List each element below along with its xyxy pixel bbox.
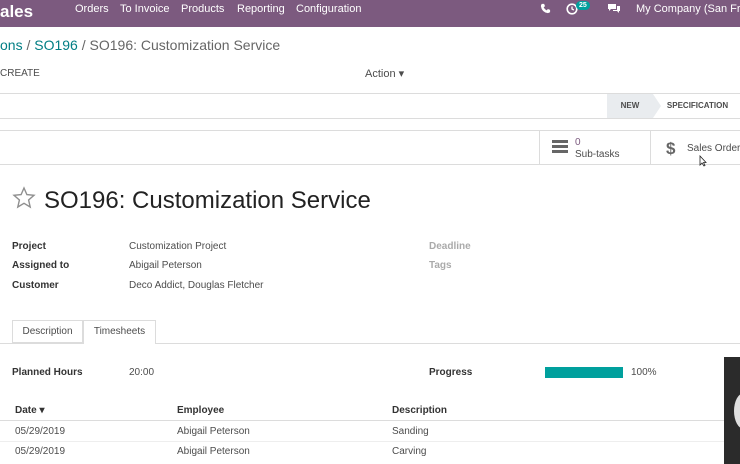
activity-count-badge: 25 xyxy=(576,1,590,10)
menu-products[interactable]: Products xyxy=(181,3,224,15)
stage-new[interactable]: NEW xyxy=(607,94,661,118)
field-label-customer: Customer xyxy=(12,280,59,291)
breadcrumb-separator: / xyxy=(26,37,31,53)
chat-icon[interactable] xyxy=(607,3,621,17)
menu-to-invoice[interactable]: To Invoice xyxy=(120,3,170,15)
field-label-project: Project xyxy=(12,241,46,252)
breadcrumb-current: SO196: Customization Service xyxy=(89,37,281,53)
cell-description[interactable]: Sanding xyxy=(392,426,429,437)
breadcrumb: ons / SO196 / SO196: Customization Servi… xyxy=(0,37,280,53)
field-label-deadline: Deadline xyxy=(429,241,471,252)
smart-button-box: 0 Sub-tasks $ Sales Order xyxy=(0,130,740,165)
overlay-disc xyxy=(734,393,740,429)
subtasks-label: Sub-tasks xyxy=(575,149,620,160)
record-title: SO196: Customization Service xyxy=(44,187,371,214)
menu-orders[interactable]: Orders xyxy=(75,3,109,15)
video-overlay xyxy=(724,357,740,464)
field-assigned-to[interactable]: Abigail Peterson xyxy=(129,260,202,271)
cell-employee[interactable]: Abigail Peterson xyxy=(177,446,250,457)
sales-order-button[interactable]: $ Sales Order xyxy=(650,131,740,165)
cell-date[interactable]: 05/29/2019 xyxy=(15,446,65,457)
progress-label: Progress xyxy=(429,367,473,378)
create-button[interactable]: CREATE xyxy=(0,68,40,79)
cell-date[interactable]: 05/29/2019 xyxy=(15,426,65,437)
cell-employee[interactable]: Abigail Peterson xyxy=(177,426,250,437)
dollar-icon: $ xyxy=(666,139,676,158)
tab-description[interactable]: Description xyxy=(12,320,83,343)
mouse-cursor-icon xyxy=(699,154,707,170)
sales-order-label: Sales Order xyxy=(687,143,740,154)
tab-timesheets[interactable]: Timesheets xyxy=(83,320,156,344)
progress-value: 100% xyxy=(631,367,657,378)
breadcrumb-separator: / xyxy=(81,37,86,53)
column-employee[interactable]: Employee xyxy=(177,405,224,416)
progress-bar-fill xyxy=(545,367,623,378)
column-date[interactable]: Date ▾ xyxy=(15,405,44,416)
field-label-tags: Tags xyxy=(429,260,452,271)
column-description[interactable]: Description xyxy=(392,405,447,416)
stage-specification[interactable]: SPECIFICATION xyxy=(655,94,740,118)
row-divider xyxy=(0,441,724,442)
field-label-assigned: Assigned to xyxy=(12,260,70,271)
cell-description[interactable]: Carving xyxy=(392,446,426,457)
progress-bar xyxy=(545,367,623,378)
app-name[interactable]: ales xyxy=(0,2,33,22)
breadcrumb-order[interactable]: SO196 xyxy=(34,37,78,53)
star-icon[interactable] xyxy=(12,186,36,218)
phone-icon[interactable] xyxy=(540,3,551,17)
field-project[interactable]: Customization Project xyxy=(129,241,226,252)
company-switcher[interactable]: My Company (San Fran xyxy=(636,3,740,15)
action-dropdown[interactable]: Action ▾ xyxy=(365,67,404,80)
menu-reporting[interactable]: Reporting xyxy=(237,3,285,15)
planned-hours-value[interactable]: 20:00 xyxy=(129,367,154,378)
tasks-icon xyxy=(552,140,568,157)
subtasks-button[interactable]: 0 Sub-tasks xyxy=(539,131,650,165)
planned-hours-label: Planned Hours xyxy=(12,367,83,378)
top-navbar: ales Orders To Invoice Products Reportin… xyxy=(0,0,740,27)
table-header-divider xyxy=(0,420,724,421)
statusbar: NEW SPECIFICATION xyxy=(0,94,740,119)
subtasks-count: 0 xyxy=(575,137,581,148)
menu-configuration[interactable]: Configuration xyxy=(296,3,361,15)
breadcrumb-parent[interactable]: ons xyxy=(0,37,23,53)
field-customer[interactable]: Deco Addict, Douglas Fletcher xyxy=(129,280,264,291)
